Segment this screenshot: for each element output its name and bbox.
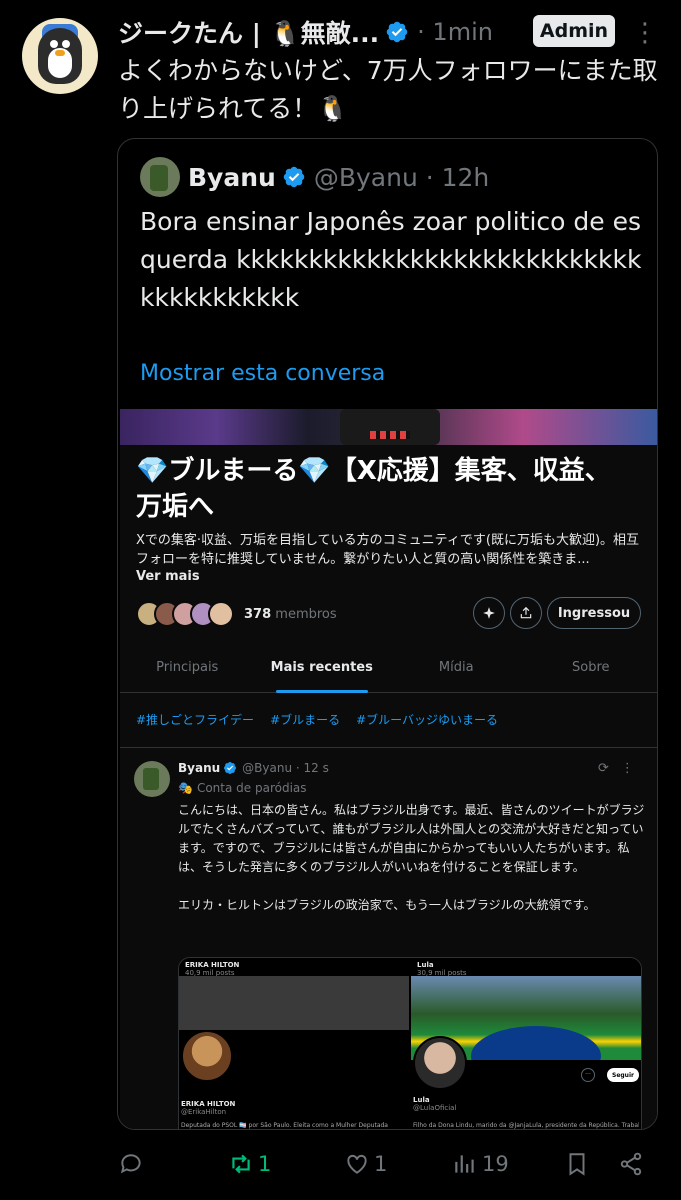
quoted-tweet[interactable]: Byanu @Byanu · 12h Bora ensinar Japonês … xyxy=(117,138,658,1130)
like-button[interactable]: 1 xyxy=(344,1144,387,1184)
quoted-header: Byanu @Byanu · 12h xyxy=(188,157,489,197)
quoted-author-avatar[interactable] xyxy=(140,157,180,197)
tweet-actions: 1 1 19 xyxy=(118,1144,648,1184)
hashtag[interactable]: #ブルまーる xyxy=(270,711,340,728)
media-image-right[interactable]: Lula 30,9 mil posts ··· Seguir Lula @LulaO… xyxy=(411,958,641,1129)
tab-sobre[interactable]: Sobre xyxy=(524,645,658,692)
parody-icon: 🎭 xyxy=(178,781,193,795)
hashtag[interactable]: #ブルーバッジゆいまーる xyxy=(356,711,498,728)
more-options-icon[interactable]: ⋮ xyxy=(632,18,658,48)
author-avatar[interactable] xyxy=(22,18,98,94)
joined-button[interactable]: Ingressou xyxy=(547,597,641,629)
quoted-author-name[interactable]: Byanu xyxy=(188,163,276,192)
community-banner xyxy=(120,409,657,445)
hashtag-list: #推しごとフライデー #ブルまーる #ブルーバッジゆいまーる xyxy=(136,711,498,728)
share-icon xyxy=(620,1152,642,1176)
tab-principais[interactable]: Principais xyxy=(120,645,255,692)
community-card-image[interactable]: 💎ブルまーる💎【X応援】集客、収益、万垢へ Xでの集客·収益、万垢を目指している… xyxy=(120,409,658,1129)
post-handle-time: @Byanu · 12 s xyxy=(242,761,329,775)
admin-badge: Admin xyxy=(533,15,615,47)
bookmark-icon xyxy=(569,1153,585,1176)
refresh-icon[interactable]: ⟳ xyxy=(598,761,609,776)
member-count: 378 membros xyxy=(244,606,337,622)
divider xyxy=(120,747,657,748)
views-button[interactable]: 19 xyxy=(452,1144,509,1184)
community-title: 💎ブルまーる💎【X応援】集客、収益、万垢へ xyxy=(136,456,611,522)
tweet-time[interactable]: · 1min xyxy=(417,18,493,46)
reply-icon xyxy=(120,1154,141,1174)
quoted-handle-time: @Byanu · 12h xyxy=(313,162,490,192)
see-more-link[interactable]: Ver mais xyxy=(136,569,200,584)
tweet-text: よくわからないけど、7万人フォロワーにまた取り上げられてる！🐧 xyxy=(118,56,658,123)
community-tabs: Principais Mais recentes Mídia Sobre xyxy=(120,645,658,693)
share-icon[interactable] xyxy=(510,597,542,629)
heart-icon xyxy=(347,1154,367,1174)
tweet-header: ジークたん | 🐧無敵... · 1min xyxy=(118,14,493,50)
member-avatars[interactable]: 378 membros xyxy=(136,601,337,627)
verified-icon xyxy=(283,166,305,188)
hashtag[interactable]: #推しごとフライデー xyxy=(136,711,254,728)
post-media[interactable]: ERIKA HILTON 40,9 mil posts ERIKA HILTON @… xyxy=(178,957,642,1129)
tab-mais-recentes[interactable]: Mais recentes xyxy=(255,645,390,693)
quoted-text: Bora ensinar Japonês zoar politico de es… xyxy=(140,207,642,312)
media-image-left[interactable]: ERIKA HILTON 40,9 mil posts ERIKA HILTON @… xyxy=(179,958,409,1129)
parody-label: 🎭 Conta de paródias xyxy=(178,781,307,795)
sparkle-icon[interactable] xyxy=(473,597,505,629)
reply-button[interactable] xyxy=(118,1144,148,1184)
author-name[interactable]: ジークたん | 🐧無敵... xyxy=(118,14,379,50)
more-options-icon[interactable]: ⋮ xyxy=(621,761,634,776)
post-author-name[interactable]: Byanu xyxy=(178,761,220,775)
verified-icon xyxy=(224,762,237,774)
post-header: Byanu @Byanu · 12 s xyxy=(178,761,329,775)
show-thread-link[interactable]: Mostrar esta conversa xyxy=(140,361,385,386)
retweet-button[interactable]: 1 xyxy=(228,1144,271,1184)
tab-midia[interactable]: Mídia xyxy=(389,645,524,692)
analytics-icon xyxy=(455,1155,474,1173)
post-text: こんにちは、日本の皆さん。私はブラジル出身です。最近、皆さんのツイートがブラジル… xyxy=(178,803,645,912)
post-author-avatar[interactable] xyxy=(134,761,170,797)
share-button[interactable] xyxy=(618,1144,644,1184)
verified-icon xyxy=(386,21,408,43)
bookmark-button[interactable] xyxy=(564,1144,590,1184)
community-description: Xでの集客·収益、万垢を目指している方のコミュニティです(既に万垢も大歓迎)。相… xyxy=(136,533,640,567)
retweet-icon xyxy=(232,1154,250,1174)
profile-photo xyxy=(413,1036,467,1090)
post-icons: ⟳ ⋮ xyxy=(598,761,634,776)
profile-photo xyxy=(181,1030,233,1082)
